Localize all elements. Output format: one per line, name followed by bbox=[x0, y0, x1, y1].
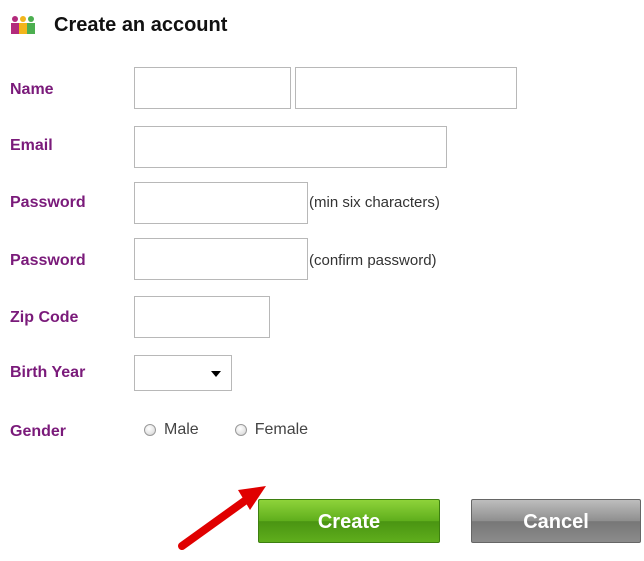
confirm-password-hint: (confirm password) bbox=[309, 252, 437, 269]
page-header: Create an account bbox=[10, 8, 227, 42]
password-hint: (min six characters) bbox=[309, 194, 440, 211]
zip-code-field[interactable] bbox=[134, 296, 270, 338]
birth-year-select[interactable] bbox=[134, 355, 232, 391]
gender-male-radio[interactable] bbox=[144, 424, 156, 436]
first-name-input[interactable] bbox=[134, 67, 291, 109]
gender-label: Gender bbox=[10, 423, 67, 440]
chevron-down-icon bbox=[211, 371, 221, 377]
email-field[interactable] bbox=[134, 126, 447, 168]
birth-year-label: Birth Year bbox=[10, 364, 86, 381]
name-label: Name bbox=[10, 81, 54, 98]
gender-female-radio[interactable] bbox=[234, 424, 247, 436]
last-name-input[interactable] bbox=[295, 67, 517, 109]
red-arrow-pointer-icon bbox=[168, 476, 278, 556]
gender-female-label[interactable]: Female bbox=[255, 421, 308, 439]
gender-male-label[interactable]: Male bbox=[164, 421, 199, 439]
create-button[interactable]: Create bbox=[258, 499, 440, 543]
cancel-button[interactable]: Cancel bbox=[471, 499, 641, 543]
password-field[interactable] bbox=[134, 182, 308, 224]
confirm-password-field[interactable] bbox=[134, 238, 308, 280]
password-label: Password bbox=[10, 194, 86, 211]
gender-radio-group: Male Female bbox=[144, 421, 344, 439]
email-label: Email bbox=[10, 137, 53, 154]
page-title: Create an account bbox=[54, 13, 228, 36]
people-icon bbox=[10, 15, 36, 35]
confirm-password-label: Password bbox=[10, 252, 86, 269]
zip-code-label: Zip Code bbox=[10, 309, 79, 326]
